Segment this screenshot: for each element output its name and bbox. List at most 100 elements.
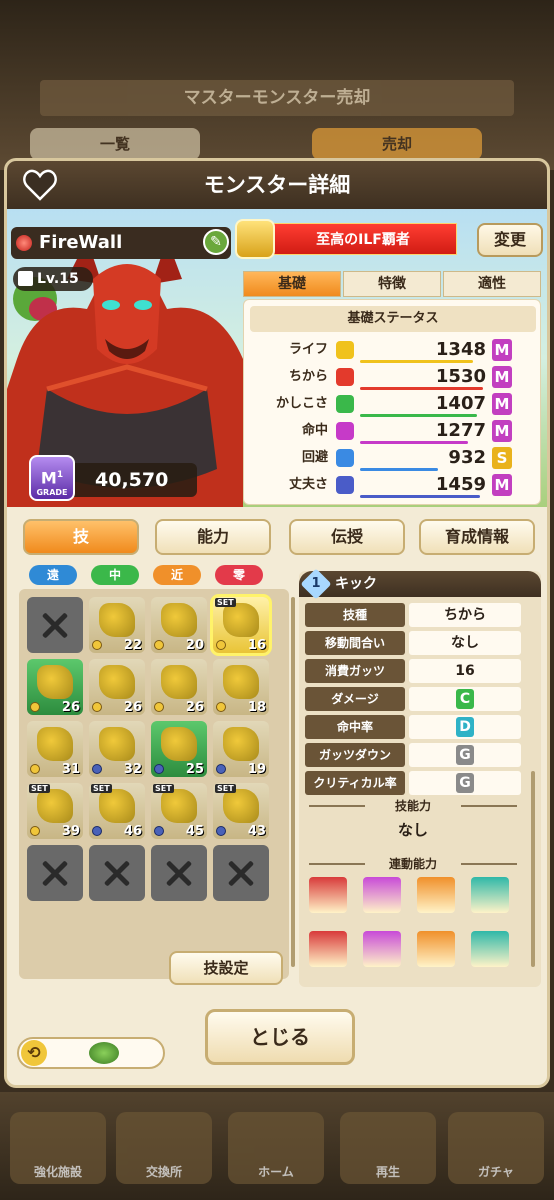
skill-slot[interactable]: 26 (89, 659, 145, 715)
skill-detail-value: G (409, 771, 521, 795)
stat-value: 1530 (435, 366, 486, 387)
skill-cost: 43 (247, 824, 266, 839)
skill-detail-label: 移動間合い (305, 631, 405, 655)
stat-row: ライフ 1348 M (244, 338, 542, 364)
monster-detail-dialog: モンスター詳細 FireWall ✎ Lv.15 40,570 M1 GRADE… (4, 158, 550, 1088)
linked-ability-icon[interactable] (471, 877, 509, 913)
rename-pen-icon[interactable]: ✎ (203, 229, 229, 255)
tab-inherit[interactable]: 伝授 (289, 519, 405, 555)
skill-slot[interactable]: SET 16 (210, 594, 272, 656)
skill-setting-button[interactable]: 技設定 (169, 951, 283, 985)
linked-ability-icon[interactable] (363, 877, 401, 913)
linked-ability-icon[interactable] (417, 877, 455, 913)
sync-icon[interactable]: ⟲ (21, 1040, 47, 1066)
skill-detail-scrollbar[interactable] (531, 771, 535, 967)
stat-row: 命中 1277 M (244, 419, 542, 445)
stat-icon (336, 368, 354, 386)
skill-slot[interactable]: 18 (213, 659, 269, 715)
skill-slot[interactable]: 25 (151, 721, 207, 777)
skill-slot[interactable]: 26 (151, 659, 207, 715)
skill-type-dot (30, 764, 40, 774)
empty-skill-slot[interactable] (89, 845, 145, 901)
skill-type-dot (216, 640, 226, 650)
cube-icon (18, 271, 33, 286)
range-chip-far[interactable]: 遠 (29, 565, 77, 585)
skill-slot[interactable]: 20 (151, 597, 207, 653)
stat-bar (360, 360, 473, 363)
skill-slot[interactable]: 22 (89, 597, 145, 653)
range-chip-mid[interactable]: 中 (91, 565, 139, 585)
leaf-icon (89, 1042, 119, 1064)
skill-grid-scrollbar[interactable] (291, 597, 295, 967)
skill-detail-label: 消費ガッツ (305, 659, 405, 683)
linked-ability-icon[interactable] (417, 931, 455, 967)
skill-detail-row: ダメージ C (305, 687, 521, 711)
monster-hero-area: FireWall ✎ Lv.15 40,570 M1 GRADE 至高のILF覇… (7, 209, 547, 507)
close-button[interactable]: とじる (205, 1009, 355, 1065)
skill-cost: 20 (185, 638, 204, 653)
rank-badge: C (456, 689, 474, 709)
stat-label: 丈夫さ (288, 477, 328, 492)
title-badge-bar[interactable]: 至高のILF覇者 (245, 223, 457, 255)
skill-detail-row: 技種 ちから (305, 603, 521, 627)
skill-cost: 39 (61, 824, 80, 839)
favorite-heart-icon[interactable] (23, 169, 57, 201)
change-title-button[interactable]: 変更 (477, 223, 543, 257)
skill-type-dot (216, 764, 226, 774)
linked-ability-icon[interactable] (471, 931, 509, 967)
empty-skill-slot[interactable] (151, 845, 207, 901)
skill-slot[interactable]: 32 (89, 721, 145, 777)
stat-row: 回避 932 S (244, 446, 542, 472)
tab-training-info[interactable]: 育成情報 (419, 519, 535, 555)
skill-slot[interactable]: SET 46 (89, 783, 145, 839)
skill-cost: 26 (61, 700, 80, 715)
empty-skill-slot[interactable] (27, 845, 83, 901)
level-text: Lv.15 (37, 271, 79, 287)
skill-icon (161, 665, 197, 699)
skill-ability-heading: 技能力 (305, 797, 521, 814)
skill-slot[interactable]: 26 (27, 659, 83, 715)
skill-slot[interactable]: SET 43 (213, 783, 269, 839)
skill-icon (223, 727, 259, 761)
skill-icon (99, 665, 135, 699)
dialog-header: モンスター詳細 (7, 161, 547, 209)
linked-ability-icon[interactable] (309, 931, 347, 967)
sync-gauge: ⟲ (17, 1037, 165, 1069)
stat-value: 1407 (435, 393, 486, 414)
stat-rank: M (492, 366, 512, 388)
skill-cost: 25 (185, 762, 204, 777)
linked-ability-heading: 連動能力 (305, 855, 521, 872)
skill-type-dot (30, 702, 40, 712)
skill-cost: 18 (247, 700, 266, 715)
tab-traits[interactable]: 特徴 (343, 271, 441, 297)
skill-type-dot (154, 764, 164, 774)
tab-aptitude[interactable]: 適性 (443, 271, 541, 297)
stat-rank: S (492, 447, 512, 469)
skill-detail-value: G (409, 743, 521, 767)
skill-detail-row: クリティカル率 G (305, 771, 521, 795)
skill-detail-label: 技種 (305, 603, 405, 627)
linked-ability-icon[interactable] (363, 931, 401, 967)
skill-slot[interactable]: SET 39 (27, 783, 83, 839)
tab-abilities[interactable]: 能力 (155, 519, 271, 555)
empty-skill-slot[interactable] (213, 845, 269, 901)
tab-skills[interactable]: 技 (23, 519, 139, 555)
nav-exchange: 交換所 (116, 1112, 212, 1184)
empty-skill-slot[interactable] (27, 597, 83, 653)
range-chip-zero[interactable]: 零 (215, 565, 263, 585)
skill-slot[interactable]: 31 (27, 721, 83, 777)
nav-enhance-label: 強化施設 (33, 1165, 82, 1179)
linked-ability-icon[interactable] (309, 877, 347, 913)
skill-icon (37, 789, 73, 823)
stat-value: 1348 (435, 339, 486, 360)
skill-ability-value: なし (397, 821, 428, 839)
stat-label: 命中 (301, 423, 328, 438)
skill-type-dot (216, 826, 226, 836)
nav-home: ホーム (228, 1112, 324, 1184)
tab-basic[interactable]: 基礎 (243, 271, 341, 297)
skill-detail-label: ガッツダウン (305, 743, 405, 767)
skill-slot[interactable]: SET 45 (151, 783, 207, 839)
range-chip-near[interactable]: 近 (153, 565, 201, 585)
skill-slot[interactable]: 19 (213, 721, 269, 777)
skill-icon (223, 603, 259, 637)
